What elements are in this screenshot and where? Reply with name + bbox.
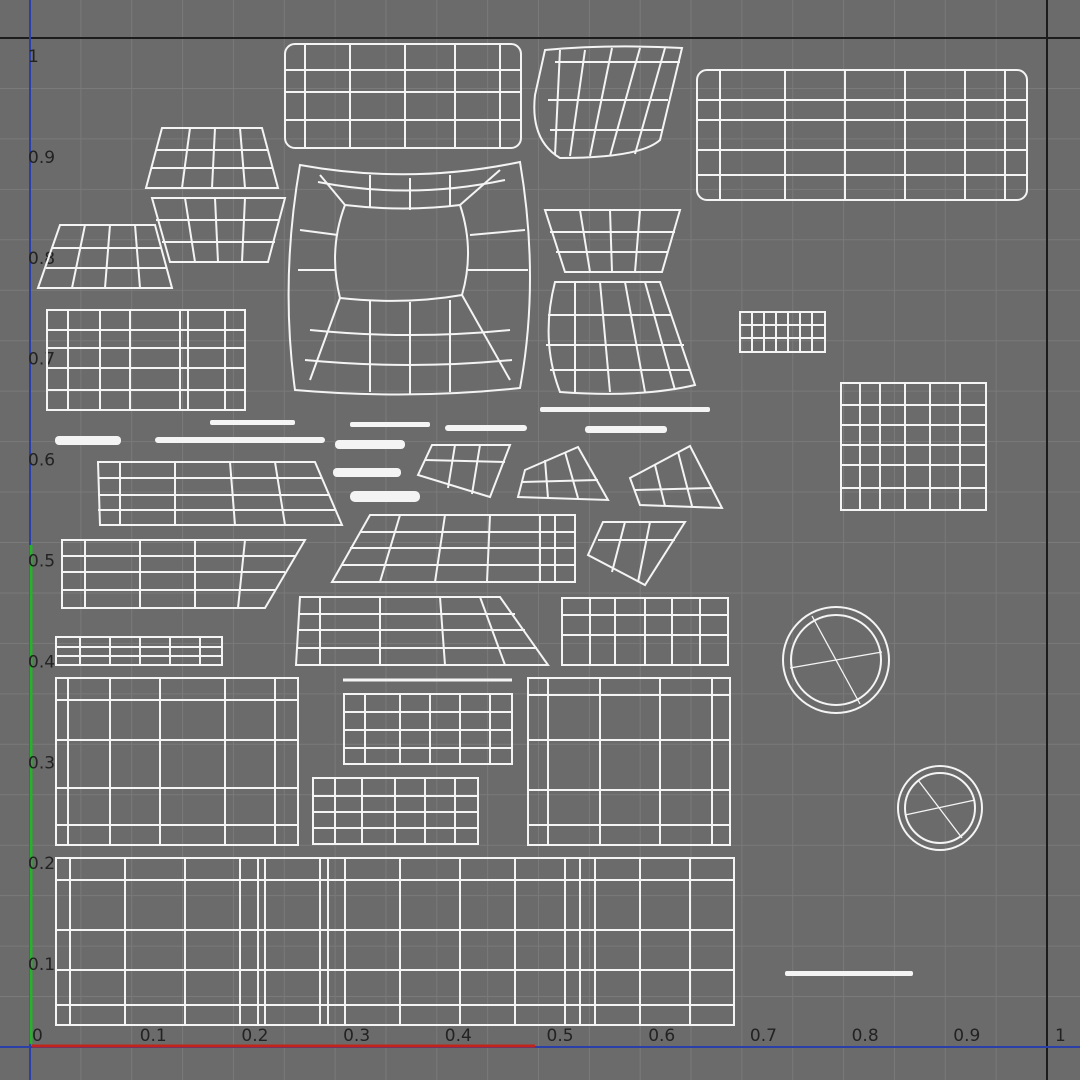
uv-island-narrow-strip[interactable] (55, 636, 223, 666)
uv-island-quad-c[interactable] (628, 444, 724, 510)
u-tick-label: 0.1 (140, 1026, 167, 1046)
uv-island-curved-mid[interactable] (546, 281, 697, 395)
uv-island-top-right-panel[interactable] (696, 69, 1028, 201)
uv-island-parallelogram-c[interactable] (61, 539, 307, 609)
uv-island-quad-a[interactable] (416, 444, 512, 499)
u-tick-label: 1 (1055, 1026, 1066, 1046)
uv-island-parallelogram-a[interactable] (96, 461, 344, 526)
u-tick-label: 0.5 (547, 1026, 574, 1046)
uv-island-lower-center-grid[interactable] (312, 777, 479, 845)
u-tick-labels: 0 0.1 0.2 0.3 0.4 0.5 0.6 0.7 0.8 0.9 1 (32, 1026, 1066, 1046)
v-tick-label: 0.9 (28, 148, 55, 168)
u-tick-label: 0.6 (648, 1026, 675, 1046)
uv-canvas[interactable]: 0 0.1 0.2 0.3 0.4 0.5 0.6 0.7 0.8 0.9 1 0.10.20.30… (0, 0, 1080, 1080)
u-tick-label: 0.9 (953, 1026, 980, 1046)
uv-island-left-panel[interactable] (46, 309, 246, 411)
v-tick-label: 0.5 (28, 552, 55, 572)
uv-island-trapezoid-b[interactable] (150, 197, 287, 263)
uv-island-small-strip[interactable] (739, 311, 826, 353)
v-tick-label: 0.3 (28, 753, 55, 773)
u-tick-label: 0.3 (343, 1026, 370, 1046)
uv-island-center-grid[interactable] (343, 693, 513, 765)
v-tick-label: 0.6 (28, 451, 55, 471)
uv-island-big-right-panel[interactable] (527, 677, 731, 846)
u-tick-label: 0.8 (852, 1026, 879, 1046)
v-tick-label: 1 (28, 47, 39, 67)
uv-island-trapezoid-d[interactable] (543, 209, 682, 273)
u-tick-label: 0.2 (241, 1026, 268, 1046)
uv-island-curved-top[interactable] (533, 45, 684, 160)
v-tick-label: 0.4 (28, 652, 55, 672)
uv-editor-viewport[interactable]: 0 0.1 0.2 0.3 0.4 0.5 0.6 0.7 0.8 0.9 1 0.1 0.2 0.3 0… (0, 0, 1080, 1080)
uv-island-mid-grid[interactable] (561, 597, 729, 666)
v-tick-label: 0.2 (28, 854, 55, 874)
uv-island-trapezoid-c[interactable] (36, 224, 174, 289)
u-tick-label: 0.4 (445, 1026, 472, 1046)
uv-island-right-grid[interactable] (840, 382, 987, 511)
uv-island-circle-small[interactable] (897, 765, 983, 851)
uv-island-quad-d[interactable] (586, 521, 687, 587)
v-tick-label: 0.7 (28, 350, 55, 370)
u-tick-label: 0 (32, 1026, 43, 1046)
u-tick-label: 0.7 (750, 1026, 777, 1046)
uv-island-parallelogram-d[interactable] (294, 596, 550, 666)
uv-island-bottom-panel[interactable] (55, 857, 735, 1026)
uv-island-trapezoid-a[interactable] (144, 127, 280, 189)
uv-island-big-left-panel[interactable] (55, 677, 299, 846)
uv-island-top-panel[interactable] (284, 43, 522, 149)
uv-island-circle-large[interactable] (782, 606, 890, 714)
uv-island-ring[interactable] (287, 160, 531, 396)
v-tick-label: 0.1 (28, 955, 55, 975)
